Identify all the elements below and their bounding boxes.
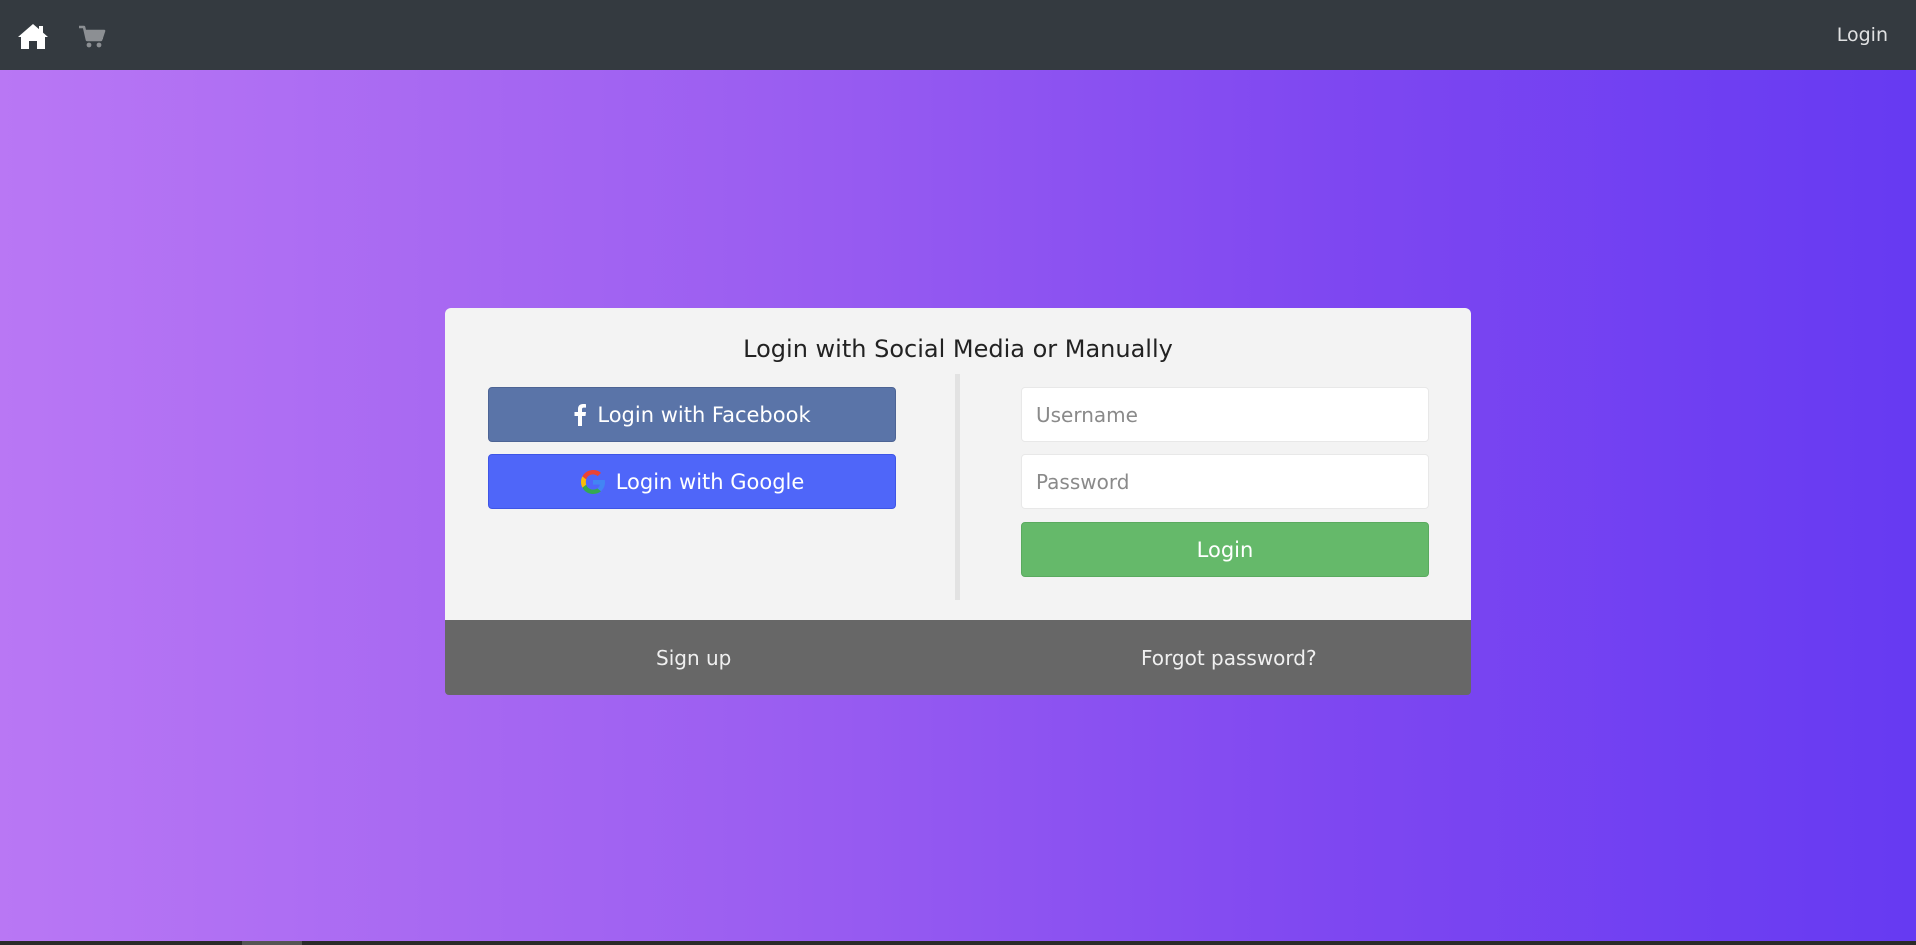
login-button[interactable]: Login [1021,522,1429,577]
signup-link[interactable]: Sign up [656,646,731,670]
username-input[interactable] [1021,387,1429,442]
scrollbar-thumb[interactable] [242,941,302,945]
google-login-button[interactable]: Login with Google [488,454,896,509]
facebook-login-label: Login with Facebook [597,402,811,427]
google-login-label: Login with Google [615,469,805,494]
password-input[interactable] [1021,454,1429,509]
cart-icon[interactable] [78,24,106,50]
card-footer: Sign up Forgot password? [445,620,1471,695]
forgot-password-link[interactable]: Forgot password? [1141,646,1317,670]
card-title: Login with Social Media or Manually [743,335,1173,363]
facebook-icon [574,403,587,426]
facebook-login-button[interactable]: Login with Facebook [488,387,896,442]
vertical-divider [955,374,960,600]
top-navbar: Login [0,0,1916,70]
google-icon [580,469,605,494]
nav-login-link[interactable]: Login [1837,24,1888,46]
login-card: Login with Social Media or Manually Logi… [445,308,1471,620]
home-icon[interactable] [17,22,49,50]
